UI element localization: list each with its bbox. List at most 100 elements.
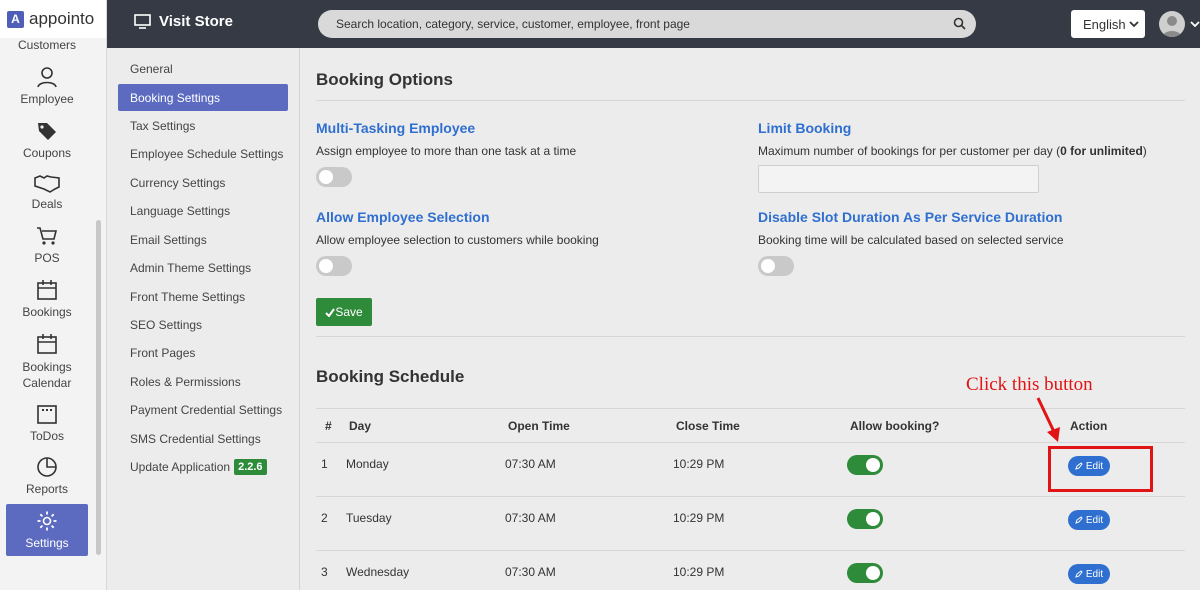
edit-button[interactable]: Edit [1068,510,1110,530]
gear-icon [37,511,57,531]
brand-name: appointo [29,9,95,28]
submenu-item-general[interactable]: General [118,55,288,82]
rail-item-employee[interactable]: Employee [0,66,94,106]
rail-item-bookings[interactable]: Bookings [0,279,94,319]
divider [316,100,1185,101]
rail-item-label: Deals [31,197,63,211]
multi-tasking-title: Multi-Tasking Employee [316,120,476,136]
allow-selection-toggle[interactable] [316,256,352,276]
chevron-down-icon [1129,21,1139,28]
row-close: 10:29 PM [673,457,725,471]
chevron-down-icon[interactable] [1190,20,1200,28]
submenu-item-employee-schedule-settings[interactable]: Employee Schedule Settings [118,140,288,167]
limit-booking-input[interactable] [758,165,1039,193]
allow-selection-title: Allow Employee Selection [316,209,490,225]
avatar[interactable] [1159,11,1185,37]
save-button[interactable]: Save [316,298,372,326]
calendar-icon [37,280,57,300]
column-header-day: Day [349,419,372,433]
allow-booking-toggle[interactable] [847,563,883,583]
main-content: Booking Options Multi-Tasking Employee A… [301,48,1200,590]
submenu-item-payment-credential-settings[interactable]: Payment Credential Settings [118,396,288,423]
submenu-item-admin-theme-settings[interactable]: Admin Theme Settings [118,254,288,281]
booking-options-title: Booking Options [316,70,453,89]
booking-schedule-title: Booking Schedule [316,367,465,386]
row-day: Monday [346,457,389,471]
multi-tasking-desc: Assign employee to more than one task at… [316,144,577,158]
annotation-arrow [1036,397,1060,442]
rail-item-label: Coupons [22,146,72,160]
disable-slot-toggle[interactable] [758,256,794,276]
rail-item-label: Bookings [22,305,72,319]
rail-item-settings[interactable]: Settings [6,504,88,556]
submenu-item-seo-settings[interactable]: SEO Settings [118,311,288,338]
row-num: 3 [321,565,328,579]
row-close: 10:29 PM [673,511,725,525]
edit-button[interactable]: Edit [1068,564,1110,584]
icon-rail: A appointo Customers Employee Coupons De… [0,0,107,590]
limit-booking-desc: Maximum number of bookings for per custo… [758,144,1147,158]
submenu-item-booking-settings[interactable]: Booking Settings [118,84,288,111]
divider [316,496,1185,497]
column-header-open: Open Time [508,419,570,433]
rail-item-label: Employee [20,92,74,106]
rail-item-label: Bookings Calendar [22,360,72,390]
top-bar: Visit Store Search location, category, s… [107,0,1200,48]
annotation-text: Click this button [966,374,1093,395]
search-placeholder: Search location, category, service, cust… [336,17,690,31]
search-icon[interactable] [953,17,966,30]
column-header-close: Close Time [676,419,740,433]
rail-item-label: Settings [25,536,69,550]
submenu-item-currency-settings[interactable]: Currency Settings [118,169,288,196]
rail-item-bookings-calendar[interactable]: Bookings Calendar [0,333,94,391]
check-icon [325,307,336,317]
rail-scrollbar[interactable] [96,220,101,555]
rail-item-label: Customers [17,38,76,52]
rail-item-reports[interactable]: Reports [0,456,94,496]
rail-item-customers[interactable]: Customers [0,38,94,52]
multi-tasking-toggle[interactable] [316,167,352,187]
edit-label: Edit [1085,568,1104,580]
cart-icon [37,227,58,245]
user-avatar-icon [1162,16,1182,37]
visit-store-label: Visit Store [159,13,233,30]
pencil-icon [1075,516,1083,524]
limit-booking-title: Limit Booking [758,120,852,136]
column-header-action: Action [1070,419,1108,433]
brand[interactable]: A appointo [0,0,106,38]
annotation-highlight-box [1048,446,1153,492]
rail-item-todos[interactable]: ToDos [0,403,94,443]
version-badge: 2.2.6 [234,458,267,475]
row-close: 10:29 PM [673,565,725,579]
row-day: Wednesday [346,565,410,579]
calendar-icon [37,334,57,354]
rail-item-coupons[interactable]: Coupons [0,120,94,160]
allow-booking-toggle[interactable] [847,455,883,475]
submenu-item-update-application[interactable]: Update Application 2.2.6 [118,453,288,480]
submenu-item-roles-permissions[interactable]: Roles & Permissions [118,368,288,395]
column-header-allow: Allow booking? [850,419,940,433]
visit-store-link[interactable]: Visit Store [134,13,233,30]
rail-item-pos[interactable]: POS [0,225,94,265]
user-icon [37,67,57,88]
submenu-item-email-settings[interactable]: Email Settings [118,226,288,253]
submenu-item-sms-credential-settings[interactable]: SMS Credential Settings [118,425,288,452]
allow-selection-desc: Allow employee selection to customers wh… [316,233,599,247]
submenu-item-front-pages[interactable]: Front Pages [118,339,288,366]
submenu-item-label: Update Application [130,459,231,474]
settings-submenu: General Booking Settings Tax Settings Em… [107,48,300,590]
submenu-item-tax-settings[interactable]: Tax Settings [118,112,288,139]
row-open: 07:30 AM [505,457,556,471]
divider [316,336,1185,337]
submenu-item-front-theme-settings[interactable]: Front Theme Settings [118,283,288,310]
rail-item-label: Reports [25,482,69,496]
submenu-item-language-settings[interactable]: Language Settings [118,197,288,224]
allow-booking-toggle[interactable] [847,509,883,529]
rail-item-deals[interactable]: Deals [0,173,94,211]
search-input[interactable]: Search location, category, service, cust… [318,10,976,38]
language-select[interactable]: English [1071,10,1145,38]
column-header-num: # [325,419,332,433]
row-num: 2 [321,511,328,525]
limit-desc-prefix: Maximum number of bookings for per custo… [758,144,1061,158]
limit-desc-suffix: ) [1142,144,1147,158]
